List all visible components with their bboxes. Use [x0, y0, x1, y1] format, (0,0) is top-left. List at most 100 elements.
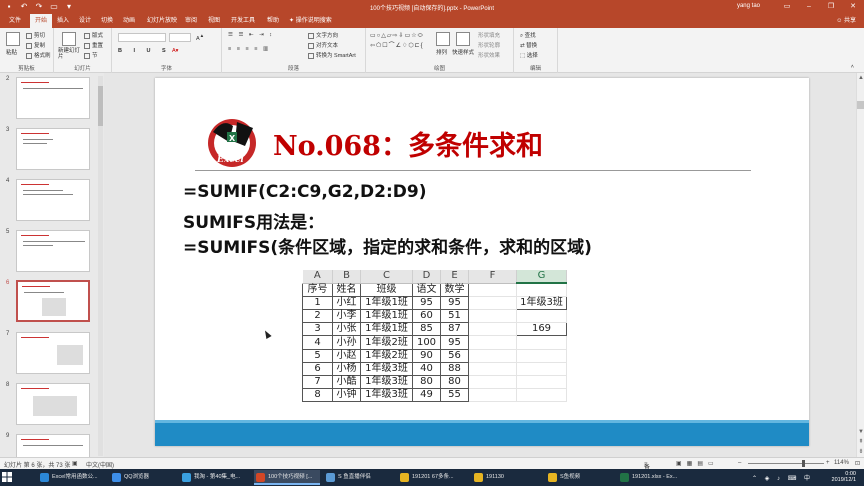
copy-button[interactable]: 复制 [26, 41, 45, 49]
ribbon-display-icon[interactable]: ▭ [776, 0, 798, 14]
minimize-icon[interactable]: – [798, 0, 820, 14]
taskbar-item[interactable]: Excel常用函数公... [38, 470, 106, 485]
thumbnail-scroll-thumb[interactable] [98, 86, 103, 126]
font-size-combo[interactable] [169, 33, 191, 42]
zoom-out-icon[interactable]: – [738, 460, 741, 466]
slide-thumbnail[interactable] [16, 77, 90, 119]
cell: 数学 [440, 282, 469, 297]
windows-start-icon[interactable] [2, 472, 12, 482]
tab-view[interactable]: 视图 [203, 14, 225, 28]
tab-help[interactable]: 帮助 [262, 14, 284, 28]
tab-review[interactable]: 审阅 [180, 14, 202, 28]
find-button[interactable]: ⌕ 查找 [520, 31, 536, 40]
language-indicator[interactable]: 中文(中国) [86, 460, 114, 469]
align-text-button[interactable]: 对齐文本 [308, 41, 338, 49]
zoom-in-icon[interactable]: + [826, 460, 830, 466]
taskbar-item[interactable]: 191130 [472, 470, 538, 485]
section-button[interactable]: 节 [84, 51, 98, 59]
paste-button[interactable]: 粘贴 [6, 48, 17, 56]
collapse-ribbon-icon[interactable]: ˄ [851, 64, 854, 70]
shape-fill-button[interactable]: 形状填充 [478, 31, 500, 39]
taskbar-item[interactable]: 191201 67多条... [398, 470, 464, 485]
taskbar-item[interactable]: QQ浏览器 [110, 470, 176, 485]
view-buttons[interactable]: ▣▦▤▭ [676, 460, 719, 467]
replace-button[interactable]: ⇄ 替换 [520, 41, 537, 49]
next-slide-icon[interactable]: ⇟ [857, 448, 864, 455]
slide-thumbnail[interactable] [16, 128, 90, 170]
tab-slideshow[interactable]: 幻灯片放映 [142, 14, 182, 28]
text-direction-button[interactable]: 文字方向 [308, 31, 338, 39]
tab-insert[interactable]: 插入 [52, 14, 74, 28]
cell: 小孙 [332, 335, 361, 350]
zoom-slider-thumb[interactable] [802, 460, 805, 467]
new-slide-button[interactable]: 新建幻灯片 [58, 48, 84, 60]
slide-thumbnail[interactable] [16, 383, 90, 425]
select-button[interactable]: ⬚ 选择 [520, 51, 538, 59]
taskbar-item[interactable]: S 鱼直播伴侣 [324, 470, 392, 485]
arrange-icon[interactable] [436, 32, 450, 46]
excel-table-image[interactable]: A B C D E F G 序号 姓名 班级 语文 数学 1 小红 1年级1班 … [302, 270, 580, 408]
fit-slide-icon[interactable]: ⊡ [855, 460, 860, 467]
zoom-level[interactable]: 114% [834, 460, 849, 466]
spellcheck-icon[interactable]: ▣ [72, 460, 78, 467]
align-text-label: 对齐文本 [316, 43, 339, 49]
tell-me-search[interactable]: ✦ 操作说明搜索 [284, 14, 337, 28]
body-line-2[interactable]: SUMIFS用法是： [183, 208, 324, 233]
scroll-down-icon[interactable]: ▼ [857, 429, 864, 435]
system-tray-icons[interactable]: ⌃ ◈ ♪ ⌨ 中 [752, 473, 813, 482]
quick-styles-icon[interactable] [456, 32, 470, 46]
taskbar-clock[interactable]: 0:00 2019/12/1 [832, 471, 856, 483]
status-bar: 幻灯片 第 6 张，共 73 张 ▣ 中文(中国) ≡ 备注 ▣▦▤▭ – + … [0, 457, 864, 480]
shape-effects-button[interactable]: 形状效果 [478, 51, 500, 59]
arrange-button[interactable]: 排列 [436, 48, 447, 56]
slide-scrollbar[interactable]: ▲ ▼ ⇞ ⇟ [856, 73, 864, 457]
shape-outline-button[interactable]: 形状轮廓 [478, 41, 500, 49]
scroll-thumb[interactable] [857, 101, 864, 109]
font-name-combo[interactable] [118, 33, 166, 42]
grow-font-icon[interactable]: A▲ [196, 33, 204, 42]
tab-developer[interactable]: 开发工具 [226, 14, 260, 28]
paste-icon[interactable] [6, 32, 20, 46]
layout-button[interactable]: 版式 [84, 31, 103, 39]
formula-line-3[interactable]: =SUMIFS(条件区域，指定的求和条件，求和的区域) [183, 233, 592, 258]
slide-thumbnail[interactable] [16, 332, 90, 374]
zoom-slider[interactable] [748, 463, 824, 464]
tab-design[interactable]: 设计 [74, 14, 96, 28]
taskbar-item-powerpoint[interactable]: 100个技巧视频 [... [254, 470, 320, 485]
slide-thumbnail[interactable] [16, 434, 90, 457]
slide-canvas[interactable]: X Excel No.068：多条件求和 =SUMIF(C2:C9,G2,D2:… [155, 78, 809, 446]
cell: 小钟 [332, 388, 361, 403]
font-color-icon[interactable]: A▾ [172, 48, 178, 54]
tab-home[interactable]: 开始 [30, 14, 53, 28]
taskbar-item[interactable]: 191201.xlsx - Ex... [618, 470, 690, 485]
reset-button[interactable]: 重置 [84, 41, 103, 49]
slide-thumbnail[interactable] [16, 179, 90, 221]
shapes-gallery[interactable]: ▭○△▱⇨⇩▭☆⬭ ⇦⬠☐⌒∠♢⬡⊏{ [370, 32, 424, 49]
tab-animations[interactable]: 动画 [118, 14, 140, 28]
slide-thumbnail[interactable] [16, 230, 90, 272]
close-icon[interactable]: ✕ [842, 0, 864, 14]
smartart-button[interactable]: 转换为 SmartArt [308, 51, 356, 59]
cut-button[interactable]: 剪切 [26, 31, 45, 39]
share-button[interactable]: ☺ 共享 [836, 14, 856, 28]
formula-line-1[interactable]: =SUMIF(C2:C9,G2,D2:D9) [183, 182, 426, 202]
new-slide-icon[interactable] [62, 32, 76, 46]
restore-icon[interactable]: ❐ [820, 0, 842, 14]
taskbar-item[interactable]: S鱼视频 [546, 470, 612, 485]
cell [516, 348, 567, 363]
slide-thumbnail-active[interactable] [16, 280, 90, 322]
previous-slide-icon[interactable]: ⇞ [857, 438, 864, 445]
tab-transitions[interactable]: 切换 [96, 14, 118, 28]
taskbar-item[interactable]: 我淘 - 第40集_电... [180, 470, 250, 485]
align-buttons[interactable]: ≡ ≡ ≡ ≡ ▥ [228, 46, 270, 52]
slide-title[interactable]: No.068：多条件求和 [273, 124, 543, 163]
thumbnail-scrollbar[interactable] [98, 76, 103, 456]
quick-styles-button[interactable]: 快速样式 [452, 48, 474, 56]
format-painter-button[interactable]: 格式刷 [26, 51, 51, 59]
tab-file[interactable]: 文件 [4, 14, 26, 28]
user-name[interactable]: yang tao [737, 3, 760, 9]
editing-group-label: 编辑 [529, 66, 541, 72]
font-format-buttons[interactable]: B I U S [118, 48, 171, 54]
list-buttons[interactable]: ☰ ☰ ⇤ ⇥ ↕ [228, 32, 274, 38]
scroll-up-icon[interactable]: ▲ [857, 75, 864, 81]
